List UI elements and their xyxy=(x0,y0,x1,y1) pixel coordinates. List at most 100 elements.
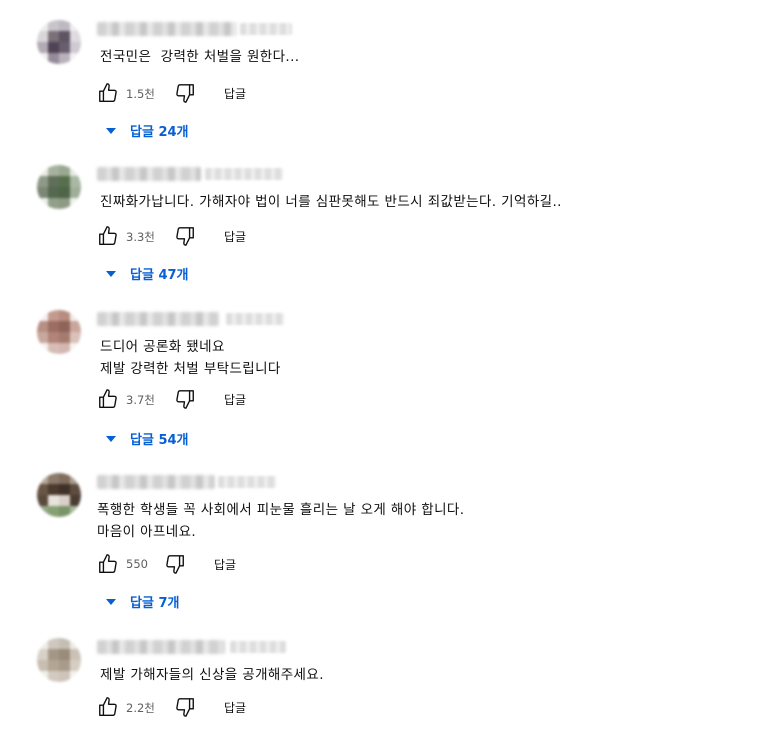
avatar[interactable] xyxy=(37,473,81,517)
comment-item: 진짜화가납니다. 가해자야 법이 너를 심판못해도 반드시 죄값받는다. 기억하… xyxy=(0,165,775,295)
avatar-pixel xyxy=(70,187,81,198)
dislike-button[interactable] xyxy=(174,388,198,412)
avatar-pixel xyxy=(59,495,70,506)
replies-count-label: 답글 54개 xyxy=(130,432,189,448)
avatar-pixel xyxy=(48,660,59,671)
avatar-pixel xyxy=(48,332,59,343)
author-name-redacted[interactable] xyxy=(97,22,237,36)
avatar-pixel xyxy=(59,638,70,649)
timestamp-redacted[interactable] xyxy=(240,23,292,35)
dislike-button[interactable] xyxy=(174,696,198,720)
author-name-redacted[interactable] xyxy=(97,640,225,654)
view-replies-button[interactable]: 답글 7개 xyxy=(106,590,179,612)
like-button[interactable] xyxy=(97,553,121,577)
comment-actions: 1.5천 답글 xyxy=(97,82,397,106)
avatar-pixel xyxy=(37,506,48,517)
thumb-up-icon xyxy=(99,554,117,573)
avatar-pixel xyxy=(37,484,48,495)
avatar-pixel xyxy=(59,506,70,517)
avatar-pixel xyxy=(48,20,59,31)
thumb-down-icon xyxy=(176,84,194,103)
comment-actions: 550 답글 xyxy=(97,553,397,577)
avatar-pixel xyxy=(48,165,59,176)
reply-button[interactable]: 답글 xyxy=(224,85,246,102)
timestamp-redacted[interactable] xyxy=(226,313,284,325)
like-count: 3.7천 xyxy=(126,393,155,407)
avatar-pixel xyxy=(70,506,81,517)
replies-count-label: 답글 24개 xyxy=(130,124,189,140)
timestamp-redacted[interactable] xyxy=(230,641,286,653)
replies-count-label: 답글 47개 xyxy=(130,267,189,283)
avatar-pixel xyxy=(37,671,48,682)
avatar-pixel xyxy=(70,649,81,660)
avatar-pixel xyxy=(48,321,59,332)
thumb-up-icon xyxy=(99,226,117,245)
view-replies-button[interactable]: 답글 54개 xyxy=(106,427,189,449)
avatar-pixel xyxy=(37,20,48,31)
avatar-pixel xyxy=(37,473,48,484)
timestamp-redacted[interactable] xyxy=(218,476,276,488)
comment-item: 전국민은 강력한 처벌을 원한다... 1.5천 답글 답글 24개 xyxy=(0,20,775,150)
avatar-pixel xyxy=(70,198,81,209)
reply-button[interactable]: 답글 xyxy=(224,699,246,716)
reply-button[interactable]: 답글 xyxy=(224,391,246,408)
comment-feed: 전국민은 강력한 처벌을 원한다... 1.5천 답글 답글 24개 진짜화가납… xyxy=(0,0,775,731)
comment-text: 진짜화가납니다. 가해자야 법이 너를 심판못해도 반드시 죄값받는다. 기억하… xyxy=(100,194,562,210)
avatar-pixel xyxy=(59,53,70,64)
avatar-pixel xyxy=(70,343,81,354)
avatar-pixel xyxy=(48,484,59,495)
avatar-pixel xyxy=(59,198,70,209)
avatar-pixel xyxy=(48,31,59,42)
avatar-pixel xyxy=(37,332,48,343)
reply-button[interactable]: 답글 xyxy=(214,556,236,573)
thumb-down-icon xyxy=(166,555,184,574)
avatar-pixel xyxy=(37,187,48,198)
avatar-pixel xyxy=(70,484,81,495)
comment-item: 드디어 공론화 됐네요 제발 강력한 처벌 부탁드립니다 3.7천 답글 답글 … xyxy=(0,310,775,460)
author-name-redacted[interactable] xyxy=(97,312,219,326)
view-replies-button[interactable]: 답글 47개 xyxy=(106,262,189,284)
comment-text: 전국민은 강력한 처벌을 원한다... xyxy=(100,49,300,65)
like-button[interactable] xyxy=(97,225,121,249)
avatar-pixel xyxy=(59,176,70,187)
avatar-pixel xyxy=(48,53,59,64)
avatar-pixel xyxy=(37,660,48,671)
like-button[interactable] xyxy=(97,696,121,720)
avatar-pixel xyxy=(59,20,70,31)
dislike-button[interactable] xyxy=(164,553,188,577)
thumb-down-icon xyxy=(176,698,194,717)
dislike-button[interactable] xyxy=(174,82,198,106)
avatar-pixel xyxy=(70,638,81,649)
avatar[interactable] xyxy=(37,20,81,64)
like-button[interactable] xyxy=(97,388,121,412)
avatar-pixel xyxy=(37,649,48,660)
author-name-redacted[interactable] xyxy=(97,167,201,181)
avatar-pixel xyxy=(70,165,81,176)
avatar-pixel xyxy=(48,310,59,321)
like-count: 2.2천 xyxy=(126,701,155,715)
reply-button[interactable]: 답글 xyxy=(224,228,246,245)
avatar[interactable] xyxy=(37,310,81,354)
like-button[interactable] xyxy=(97,82,121,106)
avatar-pixel xyxy=(48,671,59,682)
avatar-pixel xyxy=(59,165,70,176)
thumb-down-icon xyxy=(176,227,194,246)
author-name-redacted[interactable] xyxy=(97,475,215,489)
avatar-pixel xyxy=(59,187,70,198)
comment-actions: 2.2천 답글 xyxy=(97,696,397,720)
avatar-pixel xyxy=(48,343,59,354)
avatar-pixel xyxy=(37,42,48,53)
like-count: 550 xyxy=(126,557,148,571)
avatar[interactable] xyxy=(37,165,81,209)
avatar-pixel xyxy=(70,42,81,53)
like-count: 1.5천 xyxy=(126,87,155,101)
avatar-pixel xyxy=(59,310,70,321)
avatar-pixel xyxy=(48,187,59,198)
view-replies-button[interactable]: 답글 24개 xyxy=(106,119,189,141)
thumb-up-icon xyxy=(99,389,117,408)
timestamp-redacted[interactable] xyxy=(205,168,283,180)
replies-count-label: 답글 7개 xyxy=(130,595,180,611)
avatar-pixel xyxy=(48,42,59,53)
dislike-button[interactable] xyxy=(174,225,198,249)
avatar[interactable] xyxy=(37,638,81,682)
